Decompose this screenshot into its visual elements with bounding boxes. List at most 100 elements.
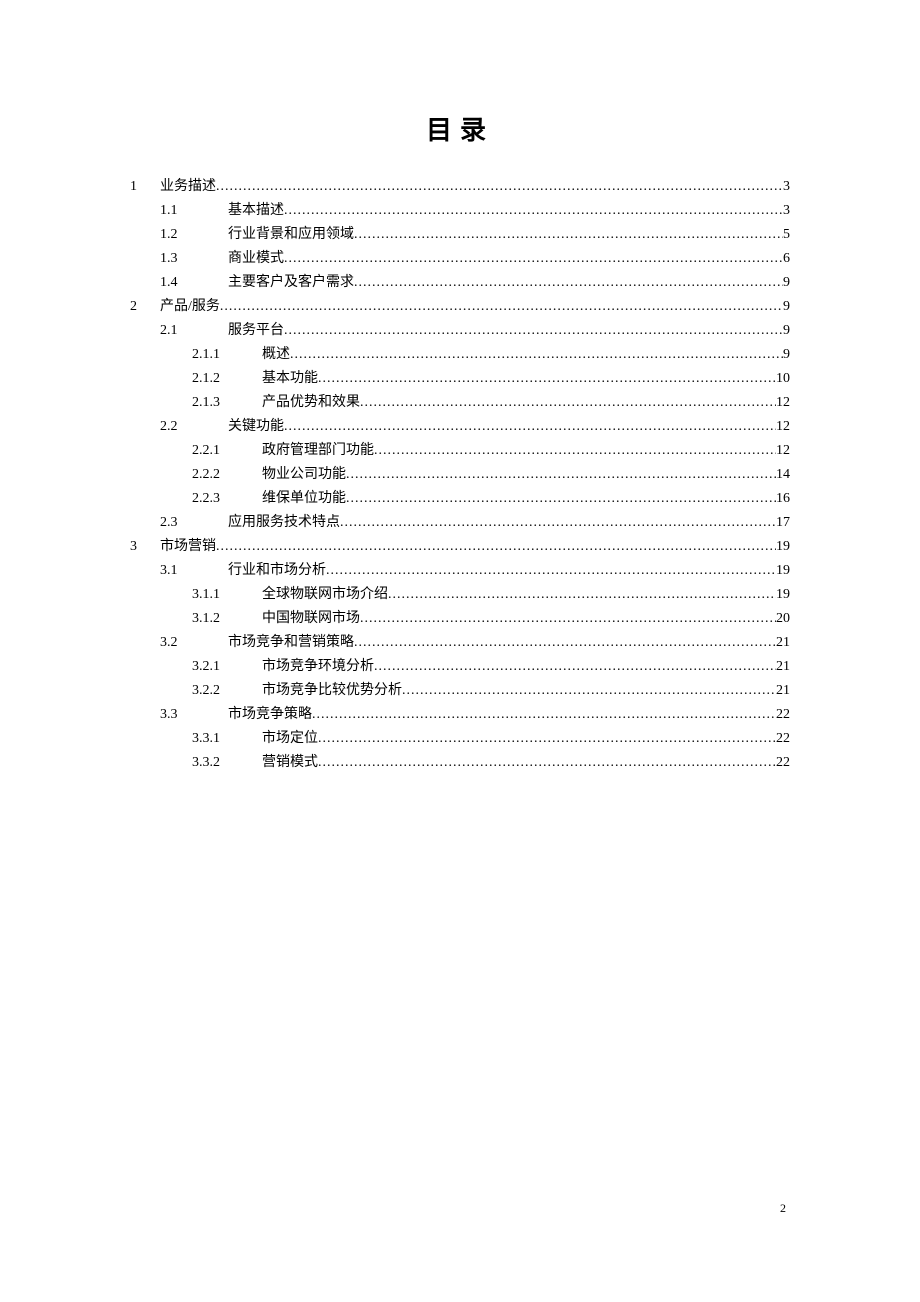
toc-leader-dots	[318, 751, 776, 775]
toc-entry[interactable]: 2.2关键功能12	[130, 415, 790, 439]
toc-entry[interactable]: 1.3商业模式6	[130, 247, 790, 271]
toc-entry-page: 21	[776, 655, 790, 679]
toc-leader-dots	[354, 271, 783, 295]
toc-entry-page: 12	[776, 415, 790, 439]
toc-entry-text: 市场竞争环境分析	[262, 655, 374, 679]
toc-leader-dots	[312, 703, 776, 727]
toc-leader-dots	[360, 607, 776, 631]
toc-entry-number: 2.1	[130, 319, 228, 343]
toc-entry-number: 3.2.2	[130, 679, 262, 703]
toc-entry[interactable]: 3.3市场竞争策略 22	[130, 703, 790, 727]
toc-entry-number: 3.2	[130, 631, 228, 655]
toc-entry-number: 2	[130, 295, 160, 319]
toc-entry[interactable]: 3.2市场竞争和营销策略 21	[130, 631, 790, 655]
toc-entry-page: 9	[783, 271, 790, 295]
toc-entry-page: 9	[783, 319, 790, 343]
toc-leader-dots	[374, 439, 776, 463]
toc-entry-page: 9	[783, 295, 790, 319]
toc-leader-dots	[284, 247, 783, 271]
toc-entry-number: 1.4	[130, 271, 228, 295]
toc-entry-text: 基本描述	[228, 199, 284, 223]
toc-entry-text: 业务描述	[160, 175, 216, 199]
toc-entry-number: 3.3.2	[130, 751, 262, 775]
toc-entry-text: 市场营销	[160, 535, 216, 559]
toc-leader-dots	[346, 463, 776, 487]
toc-leader-dots	[284, 319, 783, 343]
toc-entry[interactable]: 1.1基本描述 3	[130, 199, 790, 223]
toc-entry[interactable]: 2产品/服务 9	[130, 295, 790, 319]
toc-entry-text: 概述	[262, 343, 290, 367]
toc-entry-text: 产品/服务	[160, 295, 220, 319]
toc-entry-number: 2.1.1	[130, 343, 262, 367]
toc-entry[interactable]: 2.3应用服务技术特点17	[130, 511, 790, 535]
toc-entry-page: 10	[776, 367, 790, 391]
toc-entry-page: 16	[776, 487, 790, 511]
toc-entry[interactable]: 2.2.1政府管理部门功能 12	[130, 439, 790, 463]
page-number: 2	[780, 1201, 786, 1216]
toc-entry-text: 市场竞争比较优势分析	[262, 679, 402, 703]
toc-title: 目录	[130, 110, 790, 147]
toc-entry-page: 3	[783, 199, 790, 223]
toc-entry-number: 2.3	[130, 511, 228, 535]
toc-leader-dots	[340, 511, 776, 535]
toc-entry[interactable]: 3.2.1市场竞争环境分析 21	[130, 655, 790, 679]
toc-entry-page: 21	[776, 631, 790, 655]
toc-entry-page: 20	[776, 607, 790, 631]
toc-entry-text: 全球物联网市场介绍	[262, 583, 388, 607]
toc-entry-text: 政府管理部门功能	[262, 439, 374, 463]
document-page: 目录 1业务描述31.1基本描述31.2行业背景和应用领域51.3商业模式61.…	[0, 0, 920, 775]
toc-entry-number: 1	[130, 175, 160, 199]
toc-entry-page: 22	[776, 751, 790, 775]
toc-entry[interactable]: 3.1行业和市场分析19	[130, 559, 790, 583]
toc-entry[interactable]: 1.2行业背景和应用领域5	[130, 223, 790, 247]
toc-entry[interactable]: 2.2.3维保单位功能16	[130, 487, 790, 511]
toc-entry-text: 商业模式	[228, 247, 284, 271]
toc-entry-number: 3.1.2	[130, 607, 262, 631]
toc-entry-number: 3.3.1	[130, 727, 262, 751]
toc-entry-text: 产品优势和效果	[262, 391, 360, 415]
toc-entry-number: 3.3	[130, 703, 228, 727]
toc-leader-dots	[346, 487, 776, 511]
toc-entry[interactable]: 2.1.3产品优势和效果 12	[130, 391, 790, 415]
toc-entry-number: 3.2.1	[130, 655, 262, 679]
toc-entry[interactable]: 3.1.2中国物联网市场 20	[130, 607, 790, 631]
toc-entry[interactable]: 3.1.1全球物联网市场介绍19	[130, 583, 790, 607]
toc-entry-number: 1.3	[130, 247, 228, 271]
toc-entry[interactable]: 1业务描述3	[130, 175, 790, 199]
toc-leader-dots	[388, 583, 776, 607]
toc-entry-text: 营销模式	[262, 751, 318, 775]
toc-entry-number: 1.1	[130, 199, 228, 223]
toc-entry-number: 2.2.2	[130, 463, 262, 487]
toc-leader-dots	[284, 415, 776, 439]
toc-leader-dots	[290, 343, 783, 367]
toc-entry[interactable]: 3.2.2市场竞争比较优势分析 21	[130, 679, 790, 703]
toc-entry-text: 中国物联网市场	[262, 607, 360, 631]
toc-entry-text: 市场定位	[262, 727, 318, 751]
toc-entry[interactable]: 3市场营销19	[130, 535, 790, 559]
toc-entry[interactable]: 2.1.1概述 9	[130, 343, 790, 367]
toc-entry[interactable]: 3.3.1市场定位22	[130, 727, 790, 751]
toc-entry-text: 行业和市场分析	[228, 559, 326, 583]
toc-entry-text: 服务平台	[228, 319, 284, 343]
toc-entry-number: 2.1.3	[130, 391, 262, 415]
toc-entry-text: 主要客户及客户需求	[228, 271, 354, 295]
toc-entry-number: 2.2.1	[130, 439, 262, 463]
toc-entry[interactable]: 1.4主要客户及客户需求 9	[130, 271, 790, 295]
toc-entry-page: 9	[783, 343, 790, 367]
toc-entry-page: 22	[776, 703, 790, 727]
toc-entry-text: 应用服务技术特点	[228, 511, 340, 535]
toc-entry-page: 14	[776, 463, 790, 487]
toc-entry-page: 12	[776, 391, 790, 415]
toc-leader-dots	[360, 391, 776, 415]
toc-entry[interactable]: 3.3.2营销模式 22	[130, 751, 790, 775]
toc-entry-text: 市场竞争策略	[228, 703, 312, 727]
toc-leader-dots	[318, 367, 776, 391]
toc-entry[interactable]: 2.1服务平台 9	[130, 319, 790, 343]
toc-entry-page: 21	[776, 679, 790, 703]
toc-entry-text: 市场竞争和营销策略	[228, 631, 354, 655]
toc-entry[interactable]: 2.2.2物业公司功能 14	[130, 463, 790, 487]
toc-entry-page: 12	[776, 439, 790, 463]
toc-entry-text: 物业公司功能	[262, 463, 346, 487]
toc-entry[interactable]: 2.1.2基本功能10	[130, 367, 790, 391]
toc-leader-dots	[216, 535, 776, 559]
